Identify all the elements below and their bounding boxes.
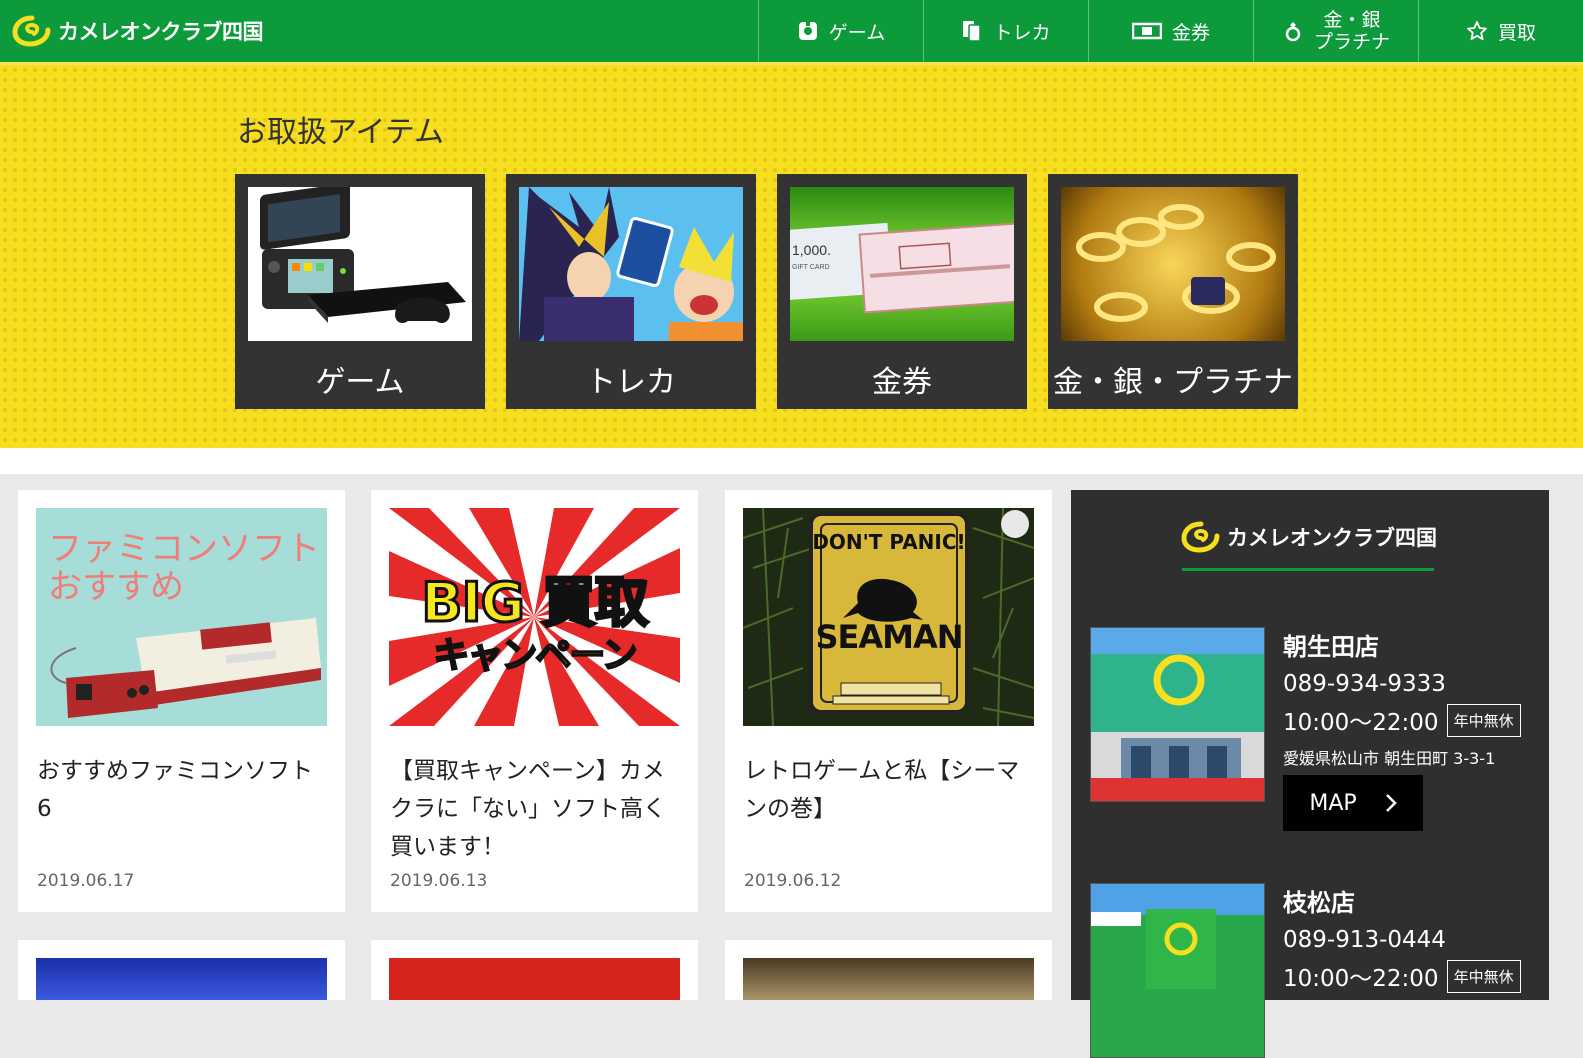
svg-text:1,000.: 1,000. <box>792 242 831 258</box>
game-consoles-image <box>248 187 472 341</box>
seaman-thumb-text-2: SEAMAN <box>815 618 963 656</box>
article-card-seaman[interactable]: DON'T PANIC! SEAMAN レトロゲームと私【シーマンの巻】 201… <box>725 490 1052 912</box>
nav-buyback[interactable]: 買取 <box>1418 0 1583 62</box>
shop-phone[interactable]: 089-934-9333 <box>1283 671 1446 697</box>
article-thumb-next-1 <box>36 958 327 1000</box>
nav-trading-cards-label: トレカ <box>993 21 1051 44</box>
shop-name: 枝松店 <box>1283 889 1355 917</box>
article-title: レトロゲームと私【シーマンの巻】 <box>744 758 1020 822</box>
logo-text: カメレオンクラブ四国 <box>58 20 264 44</box>
article-thumb-seaman: DON'T PANIC! SEAMAN <box>743 508 1034 726</box>
shop-address: 愛媛県松山市 朝生田町 3-3-1 <box>1283 749 1496 768</box>
article-thumb-famicom: ファミコンソフト おすすめ <box>36 508 327 726</box>
gold-jewelry-image <box>1061 187 1285 341</box>
nav-trading-cards[interactable]: トレカ <box>923 0 1088 62</box>
site-logo[interactable]: カメレオンクラブ四国 <box>12 14 264 48</box>
shop-photo <box>1090 627 1265 802</box>
category-trading-cards[interactable]: トレカ <box>506 174 756 409</box>
shop-phone[interactable]: 089-913-0444 <box>1283 927 1446 953</box>
shop-asoda: 朝生田店 089-934-9333 10:00〜22:00 年中無休 愛媛県松山… <box>1090 627 1530 837</box>
article-date: 2019.06.17 <box>37 871 135 891</box>
nav-buyback-label: 買取 <box>1497 21 1536 44</box>
article-card-famicom[interactable]: ファミコンソフト おすすめ おすすめファミコンソフト6 2019.06.17 <box>18 490 345 912</box>
open-everyday-badge: 年中無休 <box>1446 703 1521 737</box>
trading-cards-image <box>519 187 743 341</box>
article-card-next-1[interactable] <box>18 940 345 1000</box>
star-icon <box>1467 21 1487 41</box>
article-date: 2019.06.13 <box>390 871 488 891</box>
article-date: 2019.06.12 <box>744 871 842 891</box>
cards-icon <box>963 21 982 42</box>
article-card-next-2[interactable] <box>371 940 698 1000</box>
nav-precious-metals[interactable]: 金・銀 プラチナ <box>1253 0 1418 62</box>
article-thumb-next-2 <box>389 958 680 1000</box>
category-trading-cards-label: トレカ <box>586 365 676 400</box>
map-button-label: MAP <box>1309 790 1357 816</box>
category-gift-tickets[interactable]: 1,000. GIFT CARD 金券 <box>777 174 1027 409</box>
shop-photo <box>1090 883 1265 1058</box>
article-title: 【買取キャンペーン】カメクラに「ない」ソフト高く買います！ <box>390 758 666 860</box>
map-button[interactable]: MAP <box>1283 775 1423 831</box>
article-title: おすすめファミコンソフト6 <box>37 758 313 822</box>
category-gift-tickets-label: 金券 <box>872 365 932 400</box>
section-divider <box>0 448 1583 474</box>
article-thumb-campaign: BIG 買取 キャンペーン <box>389 508 680 726</box>
nav-precious-metals-label: 金・銀 プラチナ <box>1314 9 1390 53</box>
shop-hours-row: 10:00〜22:00 年中無休 <box>1283 959 1521 993</box>
nav-gift-tickets[interactable]: 金券 <box>1088 0 1253 62</box>
store-sidebar: カメレオンクラブ四国 朝生田店 089-934-9333 10:00〜22:00… <box>1071 490 1549 1058</box>
controller-icon <box>798 22 817 40</box>
site-header: カメレオンクラブ四国 ゲーム トレカ 金券 金・銀 プラチナ 買取 <box>0 0 1583 62</box>
nav-precious-line1: 金・銀 <box>1323 9 1381 31</box>
article-thumb-next-3 <box>743 958 1034 1000</box>
category-precious-metals-label: 金・銀・プラチナ <box>1053 365 1293 400</box>
main-nav: ゲーム トレカ 金券 金・銀 プラチナ 買取 <box>758 0 1583 62</box>
ticket-icon <box>1131 22 1162 40</box>
nav-game[interactable]: ゲーム <box>758 0 923 62</box>
nav-precious-line2: プラチナ <box>1313 31 1390 53</box>
ring-icon <box>1285 22 1301 42</box>
items-heading: お取扱アイテム <box>237 115 444 150</box>
shop-edamatsu: 枝松店 089-913-0444 10:00〜22:00 年中無休 <box>1090 883 1530 1058</box>
shop-name: 朝生田店 <box>1283 633 1379 661</box>
nav-gift-tickets-label: 金券 <box>1171 21 1210 44</box>
chevron-right-icon <box>1385 794 1397 812</box>
category-game-label: ゲーム <box>315 365 405 400</box>
category-precious-metals[interactable]: 金・銀・プラチナ <box>1048 174 1298 409</box>
shop-hours: 10:00〜22:00 <box>1283 966 1439 992</box>
category-game[interactable]: ゲーム <box>235 174 485 409</box>
article-card-campaign[interactable]: BIG 買取 キャンペーン 【買取キャンペーン】カメクラに「ない」ソフト高く買い… <box>371 490 698 912</box>
chameleon-logo-icon <box>1181 521 1220 553</box>
shop-hours-row: 10:00〜22:00 年中無休 <box>1283 703 1521 737</box>
chameleon-logo-icon <box>12 15 51 47</box>
sidebar-logo[interactable]: カメレオンクラブ四国 <box>1181 520 1437 554</box>
svg-text:GIFT CARD: GIFT CARD <box>792 264 830 271</box>
items-section: お取扱アイテム ゲーム トレカ 1,000. GIFT CARD 金券 金・銀・… <box>0 62 1583 448</box>
sidebar-divider <box>1182 568 1434 571</box>
open-everyday-badge: 年中無休 <box>1446 959 1521 993</box>
article-card-next-3[interactable] <box>725 940 1052 1000</box>
shop-hours: 10:00〜22:00 <box>1283 710 1439 736</box>
nav-game-label: ゲーム <box>828 21 886 44</box>
gift-tickets-image: 1,000. GIFT CARD <box>790 187 1014 341</box>
campaign-thumb-text-2: キャンペーン <box>432 634 638 677</box>
sidebar-logo-text: カメレオンクラブ四国 <box>1227 526 1437 550</box>
seaman-thumb-text-1: DON'T PANIC! <box>812 530 966 554</box>
